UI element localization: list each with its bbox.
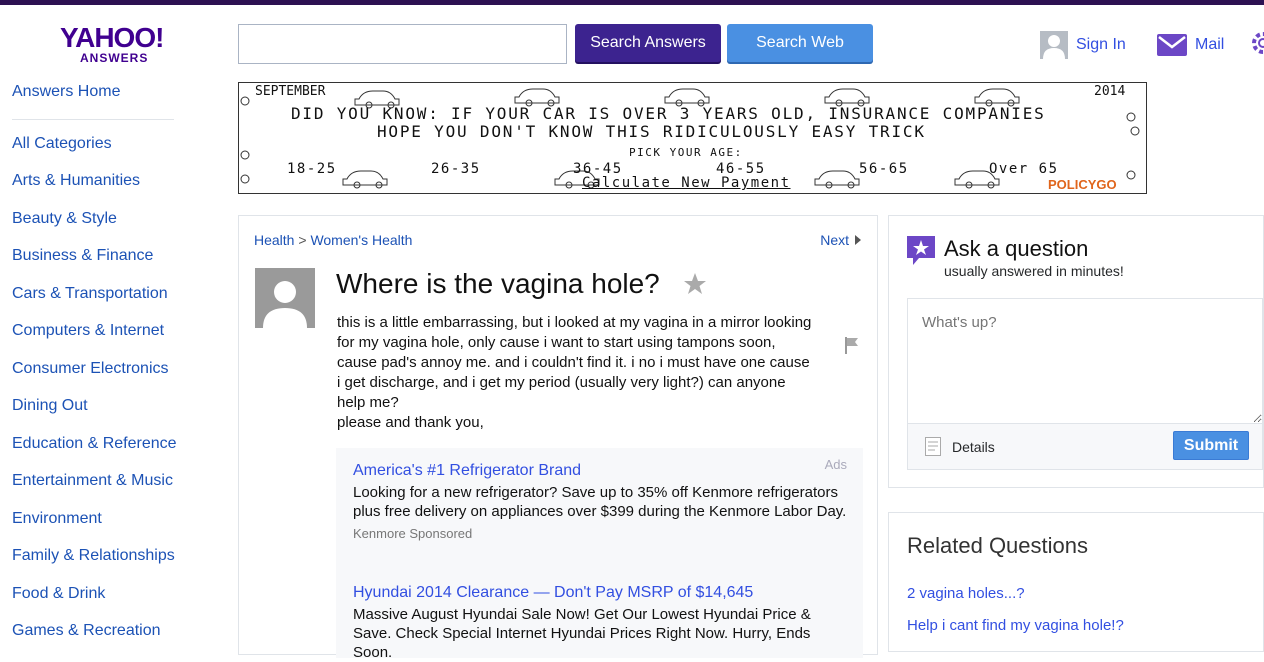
next-question-link[interactable]: Next — [820, 232, 863, 248]
details-label[interactable]: Details — [952, 439, 995, 455]
ask-footer: Details Submit — [907, 424, 1263, 470]
banner-calculate-link[interactable]: Calculate New Payment — [582, 175, 791, 191]
breadcrumb-health[interactable]: Health — [254, 232, 294, 248]
ad-title[interactable]: Hyundai 2014 Clearance — Don't Pay MSRP … — [353, 584, 853, 602]
mail-link[interactable]: Mail — [1157, 32, 1224, 58]
ask-question-icon — [907, 236, 935, 265]
sidebar-item-computers-internet[interactable]: Computers & Internet — [12, 322, 164, 340]
ad-item: America's #1 Refrigerator Brand Looking … — [353, 462, 853, 541]
user-icon — [1040, 31, 1068, 59]
ask-subtitle: usually answered in minutes! — [944, 263, 1124, 279]
related-questions-title: Related Questions — [907, 533, 1088, 558]
banner-year: 2014 — [1094, 84, 1126, 99]
mail-label: Mail — [1195, 36, 1225, 53]
related-question-link[interactable]: Help i cant find my vagina hole!? — [907, 617, 1124, 634]
sidebar-item-entertainment-music[interactable]: Entertainment & Music — [12, 472, 173, 490]
sponsored-ads: Ads America's #1 Refrigerator Brand Look… — [336, 448, 863, 661]
question-body: this is a little embarrassing, but i loo… — [337, 313, 817, 433]
top-bar — [0, 0, 1264, 5]
caret-right-icon — [855, 235, 861, 245]
submit-button[interactable]: Submit — [1173, 431, 1249, 460]
sidebar-item-family-relationships[interactable]: Family & Relationships — [12, 547, 175, 565]
banner-line-2: HOPE YOU DON'T KNOW THIS RIDICULOUSLY EA… — [377, 122, 926, 141]
banner-age-option[interactable]: 18-25 — [287, 161, 337, 177]
banner-line-1: DID YOU KNOW: IF YOUR CAR IS OVER 3 YEAR… — [291, 104, 1046, 123]
gear-icon[interactable] — [1249, 30, 1264, 56]
ad-description: Looking for a new refrigerator? Save up … — [353, 484, 847, 520]
mail-icon — [1157, 34, 1187, 56]
search-answers-button[interactable]: Search Answers — [575, 24, 721, 62]
star-icon[interactable] — [683, 272, 707, 296]
sidebar-divider — [12, 119, 174, 120]
next-label: Next — [820, 232, 849, 248]
banner-age-option[interactable]: 56-65 — [859, 161, 909, 177]
breadcrumb-separator: > — [298, 232, 307, 248]
ask-question-panel: Ask a question usually answered in minut… — [888, 215, 1264, 488]
related-questions-panel: Related Questions 2 vagina holes...? Hel… — [888, 512, 1264, 652]
asker-avatar[interactable] — [255, 268, 315, 328]
related-question-link[interactable]: 2 vagina holes...? — [907, 585, 1025, 602]
banner-age-option[interactable]: 26-35 — [431, 161, 481, 177]
banner-pick-age: PICK YOUR AGE: — [629, 146, 743, 159]
banner-month: SEPTEMBER — [255, 84, 326, 99]
question-textarea[interactable] — [907, 298, 1263, 424]
sidebar-item-food-drink[interactable]: Food & Drink — [12, 585, 105, 603]
question-body-signoff: please and thank you, — [337, 414, 484, 431]
sidebar-item-consumer-electronics[interactable]: Consumer Electronics — [12, 360, 169, 378]
ad-title[interactable]: America's #1 Refrigerator Brand — [353, 462, 853, 480]
sidebar-item-beauty-style[interactable]: Beauty & Style — [12, 210, 117, 228]
sidebar-item-business-finance[interactable]: Business & Finance — [12, 247, 153, 265]
logo-brand: YAHOO! — [60, 22, 164, 53]
policygo-logo: POLICYGO — [1048, 177, 1117, 192]
banner-ad[interactable]: SEPTEMBER 2014 DID YOU KNOW: IF YOUR CAR… — [238, 82, 1147, 194]
sidebar-item-games-recreation[interactable]: Games & Recreation — [12, 622, 161, 640]
sign-in-link[interactable]: Sign In — [1040, 30, 1126, 60]
question-body-text: this is a little embarrassing, but i loo… — [337, 314, 812, 411]
sidebar-item-environment[interactable]: Environment — [12, 510, 102, 528]
ad-description: Massive August Hyundai Sale Now! Get Our… — [353, 606, 811, 661]
sidebar-item-dining-out[interactable]: Dining Out — [12, 397, 88, 415]
sidebar-item-education-reference[interactable]: Education & Reference — [12, 435, 177, 453]
ad-sponsor: Kenmore Sponsored — [353, 526, 473, 541]
user-silhouette-icon — [263, 281, 307, 328]
sidebar-item-all-categories[interactable]: All Categories — [12, 135, 112, 153]
yahoo-answers-logo[interactable]: YAHOO! ANSWERS — [58, 22, 180, 66]
banner-age-option[interactable]: Over 65 — [989, 161, 1059, 177]
sidebar-item-arts-humanities[interactable]: Arts & Humanities — [12, 172, 140, 190]
sign-in-label: Sign In — [1076, 36, 1126, 53]
breadcrumb-womens-health[interactable]: Women's Health — [310, 232, 412, 248]
search-input[interactable] — [238, 24, 567, 64]
sidebar-item-cars-transportation[interactable]: Cars & Transportation — [12, 285, 168, 303]
question-title: Where is the vagina hole? — [336, 268, 660, 299]
breadcrumb: Health > Women's Health — [254, 232, 412, 248]
question-card: Health > Women's Health Next Where is th… — [238, 215, 878, 661]
ad-item: Hyundai 2014 Clearance — Don't Pay MSRP … — [353, 584, 853, 662]
answers-home-link[interactable]: Answers Home — [12, 83, 120, 101]
flag-icon[interactable] — [844, 336, 860, 354]
logo-sub: ANSWERS — [80, 51, 149, 65]
search-web-button[interactable]: Search Web — [727, 24, 873, 62]
details-icon[interactable] — [925, 437, 941, 456]
ask-title: Ask a question — [944, 236, 1089, 261]
